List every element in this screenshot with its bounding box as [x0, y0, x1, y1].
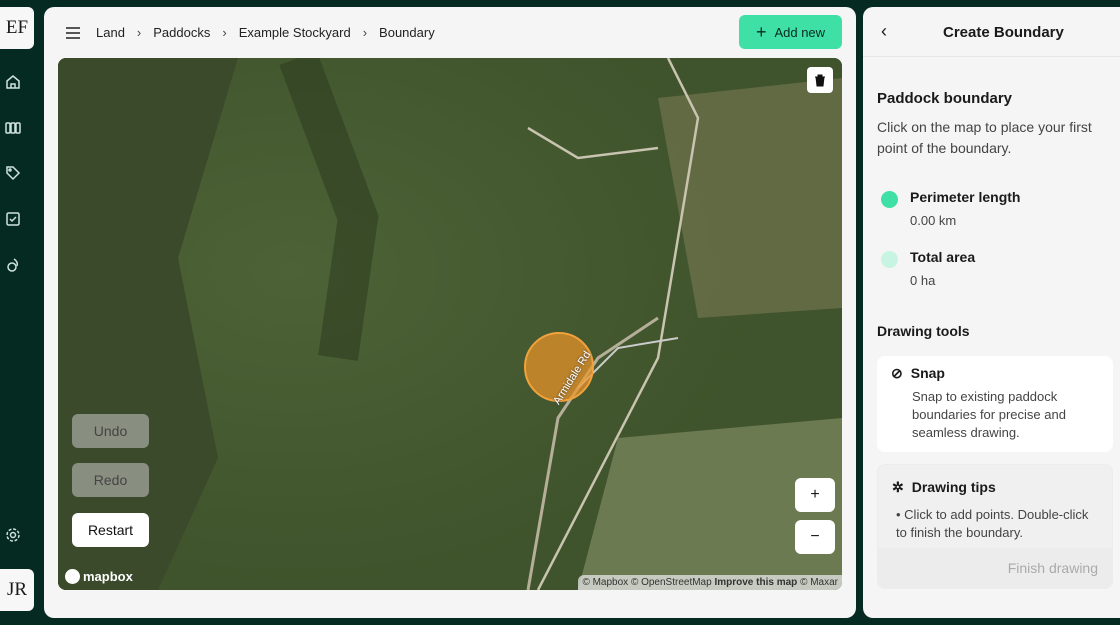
map-canvas[interactable]: Armidale Rd Undo Redo Restart + − mapbox…	[58, 58, 842, 590]
map-attribution: © Mapbox © OpenStreetMap Improve this ma…	[578, 575, 842, 590]
area-stat: Total area 0 ha	[881, 249, 975, 288]
main-content: Land › Paddocks › Example Stockyard › Bound…	[44, 7, 856, 618]
chevron-right-icon: ›	[136, 25, 142, 40]
breadcrumb-boundary: Boundary	[379, 25, 435, 40]
breadcrumb-paddocks[interactable]: Paddocks	[153, 25, 210, 40]
mapbox-icon	[65, 569, 80, 584]
create-boundary-panel: ‹ Create Boundary Paddock boundary Click…	[863, 7, 1120, 618]
cursor-click-icon: ✲	[892, 479, 904, 495]
chevron-right-icon: ›	[362, 25, 368, 40]
instructions: Click on the map to place your first poi…	[877, 119, 1092, 156]
add-new-button[interactable]: + Add new	[739, 15, 842, 49]
breadcrumb-land[interactable]: Land	[96, 25, 125, 40]
breadcrumb: Land › Paddocks › Example Stockyard › Bound…	[66, 25, 435, 40]
menu-icon[interactable]	[66, 26, 80, 39]
tag-icon[interactable]	[4, 164, 22, 182]
undo-button[interactable]: Undo	[72, 414, 149, 448]
satellite-imagery	[58, 58, 842, 590]
back-icon[interactable]: ‹	[881, 21, 887, 42]
perimeter-dot	[881, 191, 898, 208]
gear-icon[interactable]	[4, 526, 22, 544]
breadcrumb-stockyard[interactable]: Example Stockyard	[239, 25, 351, 40]
panel-title: Create Boundary	[943, 24, 1064, 41]
perimeter-stat: Perimeter length 0.00 km	[881, 189, 1020, 228]
drawing-tools-title: Drawing tools	[877, 323, 970, 339]
trash-icon	[815, 74, 825, 86]
magnet-icon: ⊘	[891, 365, 903, 381]
panel-header: ‹ Create Boundary	[863, 7, 1120, 57]
side-rail: EF JR	[0, 0, 44, 625]
finish-drawing-button[interactable]: Finish drawing	[878, 548, 1112, 588]
mapbox-logo[interactable]: mapbox	[65, 569, 133, 584]
delete-button[interactable]	[807, 67, 833, 93]
paddocks-icon[interactable]	[4, 119, 22, 137]
section-title: Paddock boundary	[877, 90, 1013, 107]
chevron-right-icon: ›	[222, 25, 227, 40]
app-logo[interactable]: EF	[0, 7, 34, 49]
tasks-icon[interactable]	[4, 210, 22, 228]
redo-button[interactable]: Redo	[72, 463, 149, 497]
zoom-in-button[interactable]: +	[795, 478, 835, 512]
plus-icon: +	[755, 21, 767, 42]
restart-button[interactable]: Restart	[72, 513, 149, 547]
water-icon[interactable]	[4, 256, 22, 274]
drawing-tips: ✲ Drawing tips • Click to add points. Dou…	[877, 464, 1113, 589]
drawing-tools: ⊘ Snap Snap to existing paddock boundarie…	[877, 356, 1113, 589]
avatar[interactable]: JR	[0, 569, 34, 611]
snap-toggle[interactable]: ⊘ Snap Snap to existing paddock boundarie…	[877, 356, 1113, 452]
zoom-out-button[interactable]: −	[795, 520, 835, 554]
area-dot	[881, 251, 898, 268]
home-icon[interactable]	[4, 73, 22, 91]
